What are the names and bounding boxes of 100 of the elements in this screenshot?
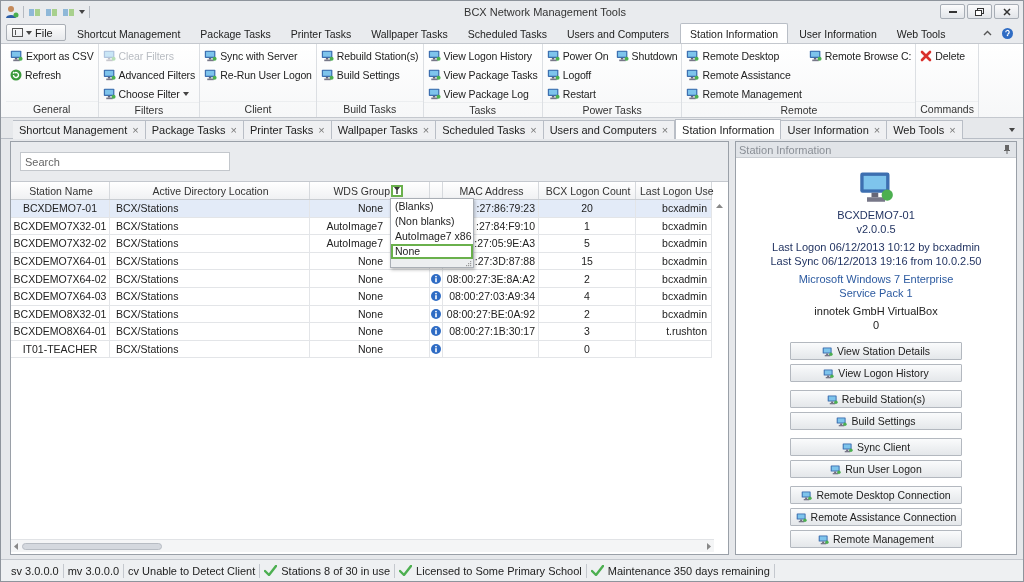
monitor-icon	[427, 49, 441, 62]
ribbon-tab[interactable]: Web Tools	[887, 23, 955, 43]
table-row[interactable]: BCXDEMO8X64-01 BCX/Stations None 08:00:27:1B:30:17 3 t.rushton	[11, 323, 712, 341]
filter-button[interactable]	[391, 184, 403, 197]
table-row[interactable]: BCXDEMO7X64-02 BCX/Stations None 08:00:27:3E:8A:A2 2 bcxadmin	[11, 270, 712, 288]
document-tab[interactable]: Users and Computers ×	[543, 120, 676, 139]
ribbon-button[interactable]: View Package Log	[425, 85, 540, 102]
collapse-icon[interactable]	[983, 30, 992, 36]
ribbon-button[interactable]: Logoff	[544, 66, 611, 83]
close-tab-button[interactable]: ×	[318, 124, 325, 136]
close-icon-button[interactable]	[994, 4, 1019, 19]
close-tab-button[interactable]: ×	[422, 124, 430, 136]
ribbon-tab[interactable]: Shortcut Management	[68, 23, 190, 43]
monitor-icon	[686, 68, 700, 81]
panel-button[interactable]: Remote Management	[790, 530, 962, 548]
filter-option[interactable]: None	[391, 244, 473, 259]
ribbon-button[interactable]: Remote Assistance	[684, 66, 804, 83]
minimize-icon	[948, 10, 957, 13]
panel-button[interactable]: Run User Logon	[790, 460, 962, 478]
panel-button[interactable]: View Station Details	[790, 342, 962, 360]
document-tab[interactable]: User Information ×	[781, 120, 888, 139]
ribbon-button[interactable]: Remote Desktop	[684, 47, 804, 64]
close-tab-button[interactable]: ×	[132, 124, 139, 136]
ribbon-button[interactable]: Delete	[918, 47, 967, 64]
filter-option[interactable]: (Non blanks)	[391, 214, 473, 229]
close-tab-button[interactable]: ×	[230, 124, 237, 136]
panel-button[interactable]: Rebuild Station(s)	[790, 390, 962, 408]
scroll-left-icon[interactable]	[14, 542, 18, 550]
info-icon	[431, 308, 441, 319]
column-header[interactable]: Station Name	[11, 182, 110, 199]
close-tab-button[interactable]: ×	[530, 124, 537, 136]
user-icon[interactable]	[5, 4, 19, 19]
ribbon-tab[interactable]: Printer Tasks	[281, 23, 361, 43]
close-tab-button[interactable]: ×	[873, 124, 881, 136]
group-label: General	[6, 101, 98, 117]
minimize-button[interactable]	[940, 4, 965, 19]
ribbon-tab[interactable]: User Information	[790, 23, 886, 43]
monitor-icon	[10, 49, 23, 62]
panel-button[interactable]: Remote Assistance Connection	[790, 508, 962, 526]
file-button[interactable]: File	[6, 24, 66, 41]
close-tab-button[interactable]: ×	[949, 124, 956, 136]
table-cell: 1	[584, 219, 590, 232]
ribbon-button[interactable]: Export as CSV	[8, 47, 96, 64]
ribbon-button[interactable]: Remote Browse C:	[806, 47, 914, 64]
table-cell: 08:00:27:3E:8A:A2	[446, 272, 535, 285]
column-header[interactable]: Active Directory Location	[110, 182, 310, 199]
table-cell: None	[357, 343, 383, 356]
panel-button[interactable]: Sync Client	[790, 438, 962, 456]
search-field[interactable]: Search	[20, 152, 230, 171]
ribbon-button[interactable]: Sync with Server	[202, 47, 314, 64]
ribbon-tab[interactable]: Package Tasks	[191, 23, 280, 43]
ribbon-button[interactable]: Rebuild Station(s)	[318, 47, 421, 64]
ribbon-button[interactable]: View Logon History	[425, 47, 540, 64]
panel-button[interactable]: View Logon History	[790, 364, 962, 382]
panel-button[interactable]: Build Settings	[790, 412, 962, 430]
document-tab[interactable]: Printer Tasks ×	[243, 120, 332, 139]
ribbon-button[interactable]: Re-Run User Logon	[202, 66, 314, 83]
ribbon-tab[interactable]: Users and Computers	[557, 23, 679, 43]
filter-option[interactable]: (Blanks)	[391, 199, 473, 214]
help-icon[interactable]	[1002, 27, 1013, 39]
horizontal-scrollbar[interactable]	[11, 539, 714, 552]
info-text: BCXDEMO7-01	[837, 208, 915, 222]
ribbon-button[interactable]: Power On	[544, 47, 611, 64]
scrollbar-thumb[interactable]	[22, 542, 162, 550]
document-tab[interactable]: Station Information	[675, 119, 782, 139]
ribbon-tab[interactable]: Scheduled Tasks	[458, 23, 556, 43]
ribbon-button[interactable]: Remote Management	[684, 85, 804, 102]
resize-grip-icon[interactable]	[465, 260, 472, 267]
monitor-icon	[102, 49, 116, 62]
document-tab[interactable]: Wallpaper Tasks ×	[331, 120, 437, 139]
ribbon-button[interactable]: Advanced Filters	[100, 66, 198, 83]
ribbon-button[interactable]: View Package Tasks	[425, 66, 540, 83]
tab-label: Station Information	[682, 123, 775, 136]
document-tab[interactable]: Web Tools ×	[887, 120, 963, 139]
close-tab-button[interactable]: ×	[661, 124, 669, 136]
scroll-right-icon[interactable]	[707, 542, 711, 550]
filter-option[interactable]: AutoImage7 x86	[391, 229, 473, 244]
ribbon-button[interactable]: Shutdown	[613, 47, 680, 64]
table-cell: BCXDEMO7X64-03	[13, 290, 107, 303]
document-tab[interactable]: Scheduled Tasks ×	[436, 120, 544, 139]
ribbon-tab[interactable]: Station Information	[680, 23, 789, 43]
ribbon-button[interactable]: Build Settings	[318, 66, 421, 83]
column-header[interactable]: BCX Logon Count	[539, 182, 636, 199]
column-header[interactable]: Last Logon Use	[636, 182, 712, 199]
table-cell: 3	[584, 325, 590, 338]
monitor-icon	[546, 68, 560, 81]
table-cell: None	[357, 307, 383, 320]
restore-button[interactable]	[967, 4, 992, 19]
ribbon-tab[interactable]: Wallpaper Tasks	[362, 23, 457, 43]
ribbon-button[interactable]: Choose Filter	[100, 85, 198, 102]
document-tab[interactable]: Shortcut Management ×	[13, 120, 146, 139]
ribbon-button[interactable]: Restart	[544, 85, 611, 102]
scroll-up-icon[interactable]	[715, 204, 723, 208]
ribbon-button[interactable]: Refresh	[8, 66, 96, 83]
document-tab[interactable]: Package Tasks ×	[145, 120, 244, 139]
status-text: Stations 8 of 30 in use	[281, 564, 391, 577]
table-cell: None	[357, 255, 383, 268]
table-cell: 2	[584, 307, 590, 320]
pin-icon[interactable]	[1004, 145, 1010, 154]
panel-button[interactable]: Remote Desktop Connection	[790, 486, 962, 504]
